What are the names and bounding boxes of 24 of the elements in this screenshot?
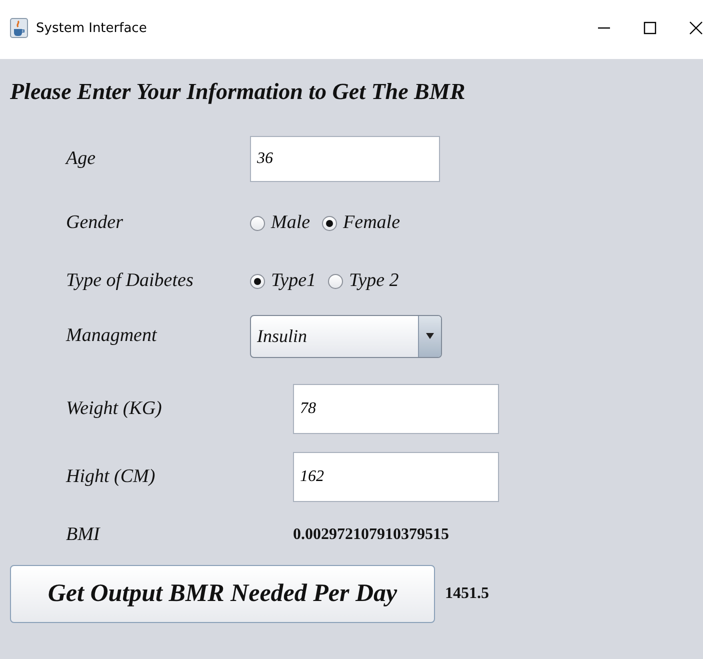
field-label: Weight (KG): [66, 398, 163, 420]
cup-icon: [10, 18, 28, 38]
field-label: Gender: [66, 212, 124, 234]
field-label: Managment: [66, 325, 158, 347]
radio-option[interactable]: Type1: [250, 270, 316, 292]
field-label: Type of Daibetes: [66, 270, 194, 292]
input-field[interactable]: 78: [293, 384, 499, 434]
radio-option[interactable]: Type 2: [328, 270, 399, 292]
field-label: Age: [66, 148, 97, 170]
field-label: BMI: [66, 524, 102, 546]
input-field[interactable]: 36: [250, 136, 440, 182]
radio-option[interactable]: Female: [322, 212, 400, 234]
dropdown[interactable]: Insulin: [250, 314, 442, 358]
calculate-button[interactable]: Get Output BMR Needed Per Day: [10, 565, 435, 623]
result-value: 1451.5: [445, 585, 489, 603]
window-title: System Interface: [36, 20, 148, 36]
caret-icon: [426, 333, 434, 339]
form-heading: Please Enter Your Information to Get The BMR: [10, 79, 466, 106]
maximize-icon[interactable]: [643, 21, 657, 35]
field-label: Hight (CM): [66, 466, 156, 488]
bmi-value: 0.002972107910379515: [293, 526, 449, 544]
input-field[interactable]: 162: [293, 452, 499, 502]
close-icon[interactable]: [689, 21, 703, 35]
radio-option[interactable]: Male: [250, 212, 310, 234]
